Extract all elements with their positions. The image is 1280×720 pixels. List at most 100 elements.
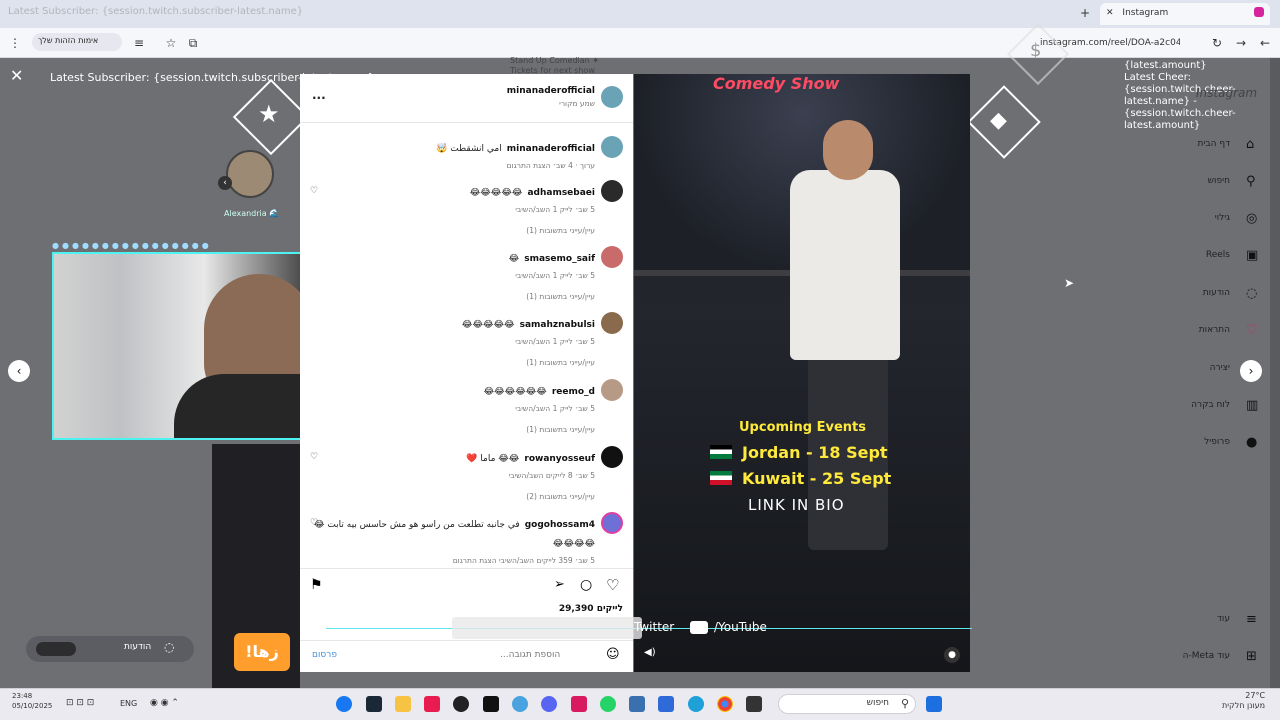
facebook-icon[interactable] <box>336 696 352 712</box>
tab-instagram[interactable]: ✕ Instagram <box>1100 3 1270 25</box>
obs-icon[interactable] <box>453 696 469 712</box>
acrobat-icon[interactable] <box>571 696 587 712</box>
system-tray[interactable]: ◉ ◉ ⌃ <box>150 698 179 708</box>
caption-author[interactable]: minanaderofficial <box>507 144 595 154</box>
star-icon[interactable]: ☆ <box>162 34 180 52</box>
divider <box>300 122 633 123</box>
kuwait-flag-icon <box>710 471 732 485</box>
comment-user[interactable]: smasemo_saif <box>524 254 595 264</box>
forward-icon[interactable]: → <box>1232 34 1250 52</box>
taskbar-search[interactable]: חיפוש ⚲ <box>778 694 916 714</box>
sidebar-item-search[interactable]: ⚲ חיפוש <box>1180 171 1260 193</box>
search-icon: ⚲ <box>900 697 909 710</box>
avatar[interactable] <box>601 512 623 534</box>
tray-icons[interactable]: ⊡ ⊡ ⊡ <box>66 698 94 708</box>
next-arrow-icon[interactable]: › <box>1240 360 1262 382</box>
language-indicator[interactable]: ENG <box>120 699 137 708</box>
sidebar-item-explore[interactable]: ◎ גילוי <box>1180 208 1260 230</box>
avatar[interactable] <box>601 446 623 468</box>
view-replies[interactable]: עיין/עייני בתשובות (1) <box>310 292 595 301</box>
like-heart-icon[interactable]: ♡ <box>310 452 318 462</box>
view-replies[interactable]: עיין/עייני בתשובות (1) <box>310 358 595 367</box>
tab-title: Instagram <box>1122 8 1169 18</box>
view-replies[interactable]: עיין/עייני בתשובות (2) <box>310 492 595 501</box>
weather-widget[interactable]: 27°C מעונן חלקית <box>1222 691 1265 711</box>
sidebar-item-dashboard[interactable]: ▥ לוח בקרה <box>1180 395 1260 417</box>
steam-icon[interactable] <box>366 696 382 712</box>
comment-row: samahznabulsi 😂😂😂😂😂 5 שב׳ לייק 1 השב/השי… <box>310 312 623 367</box>
store-icon[interactable] <box>658 696 674 712</box>
comedian-head <box>823 120 873 180</box>
avatar[interactable] <box>601 180 623 202</box>
reels-icon: ▣ <box>1246 248 1259 263</box>
like-heart-icon[interactable]: ♡ <box>310 518 318 528</box>
user-tag-icon[interactable]: ● <box>944 647 960 663</box>
sidebar-item-more[interactable]: ≡ עוד <box>1180 609 1260 631</box>
avatar[interactable] <box>601 136 623 158</box>
view-replies[interactable]: עיין/עייני בתשובות (1) <box>310 425 595 434</box>
reload-icon[interactable]: ↻ <box>1208 34 1226 52</box>
chrome-icon[interactable] <box>717 696 733 712</box>
comment-icon[interactable]: ○ <box>580 577 592 593</box>
tab-strip: Latest Subscriber: {session.twitch.subsc… <box>0 0 1280 28</box>
post-subtitle[interactable]: שמע מקורי <box>310 99 595 108</box>
comment-row: ♡ rowanyosseuf 😂😂 ماما ❤️ 5 שב׳ 8 לייקים… <box>310 446 623 501</box>
view-replies[interactable]: עיין/עייני בתשובות (1) <box>310 226 595 235</box>
youtube-label: /YouTube <box>714 620 767 634</box>
app-icon[interactable] <box>746 696 762 712</box>
back-icon[interactable]: ← <box>1256 34 1274 52</box>
likes-count[interactable]: 29,390 לייקים <box>559 604 623 614</box>
sidebar-item-profile[interactable]: ● פרופיל <box>1180 432 1260 454</box>
tiktok-studio-icon[interactable] <box>424 696 440 712</box>
comment-meta: 5 שב׳ לייק 1 השב/השיבי <box>515 404 595 413</box>
close-tab-icon[interactable]: ✕ <box>1106 8 1114 18</box>
previous-arrow-icon[interactable]: ‹ <box>8 360 30 382</box>
avatar[interactable] <box>601 86 623 108</box>
home-icon: ⌂ <box>1246 137 1255 152</box>
tiktok-icon[interactable] <box>483 696 499 712</box>
scrollbar[interactable] <box>1270 58 1280 688</box>
instagram-logo[interactable]: Instagram <box>1196 86 1257 100</box>
playlist-icon[interactable]: ≡ <box>130 34 148 52</box>
bookmark-icon[interactable]: ⚑ <box>310 577 323 593</box>
add-comment-input[interactable]: הוספת תגובה... <box>500 650 560 660</box>
mute-icon[interactable]: ◀) <box>644 647 656 658</box>
calculator-icon[interactable] <box>629 696 645 712</box>
windows-start-icon[interactable] <box>926 696 942 712</box>
new-tab-icon[interactable]: + <box>1080 6 1090 20</box>
edge-icon[interactable] <box>688 696 704 712</box>
comment-user[interactable]: gogohossam4 <box>525 520 595 530</box>
sidebar-item-meta[interactable]: ⊞ עוד Meta-ה <box>1180 646 1260 668</box>
chevron-left-icon[interactable]: ‹ <box>218 176 232 190</box>
comedian-body <box>790 170 900 360</box>
chat-app-icon[interactable] <box>512 696 528 712</box>
publish-button[interactable]: פרסום <box>312 650 337 660</box>
comment-user[interactable]: adhamsebaei <box>527 188 595 198</box>
close-icon[interactable]: ✕ <box>10 66 23 85</box>
emoji-icon[interactable]: ☺ <box>606 647 620 662</box>
comments-panel: ... minanaderofficial שמע מקורי minanade… <box>300 74 633 672</box>
sidebar-item-reels[interactable]: ▣ Reels <box>1180 245 1260 267</box>
avatar[interactable] <box>601 246 623 268</box>
messages-pill[interactable]: הודעות ◌ <box>26 636 194 662</box>
avatar[interactable] <box>601 312 623 334</box>
post-author[interactable]: minanaderofficial <box>310 86 595 96</box>
whatsapp-icon[interactable] <box>600 696 616 712</box>
sidebar-item-home[interactable]: ⌂ דף הבית <box>1180 134 1260 156</box>
profile-pill[interactable]: אימות הזהות שלך <box>32 33 122 51</box>
menu-icon[interactable]: ⋮ <box>6 34 24 52</box>
sidebar-item-notifications[interactable]: ♡ התראות <box>1180 320 1260 342</box>
avatar[interactable] <box>601 379 623 401</box>
tab-actions-icon[interactable]: ⧉ <box>184 34 202 52</box>
comment-user[interactable]: samahznabulsi <box>520 320 595 330</box>
like-icon[interactable]: ♡ <box>606 576 619 594</box>
like-heart-icon[interactable]: ♡ <box>310 186 318 196</box>
comment-user[interactable]: reemo_d <box>552 387 595 397</box>
comment-user[interactable]: rowanyosseuf <box>524 454 595 464</box>
clock[interactable]: 23:48 05/10/2025 <box>12 691 52 711</box>
orange-badge: !زها <box>234 633 290 671</box>
discord-icon[interactable] <box>541 696 557 712</box>
share-icon[interactable]: ➢ <box>554 577 565 592</box>
folder-icon[interactable] <box>395 696 411 712</box>
sidebar-item-messages[interactable]: ◌ הודעות <box>1180 283 1260 305</box>
